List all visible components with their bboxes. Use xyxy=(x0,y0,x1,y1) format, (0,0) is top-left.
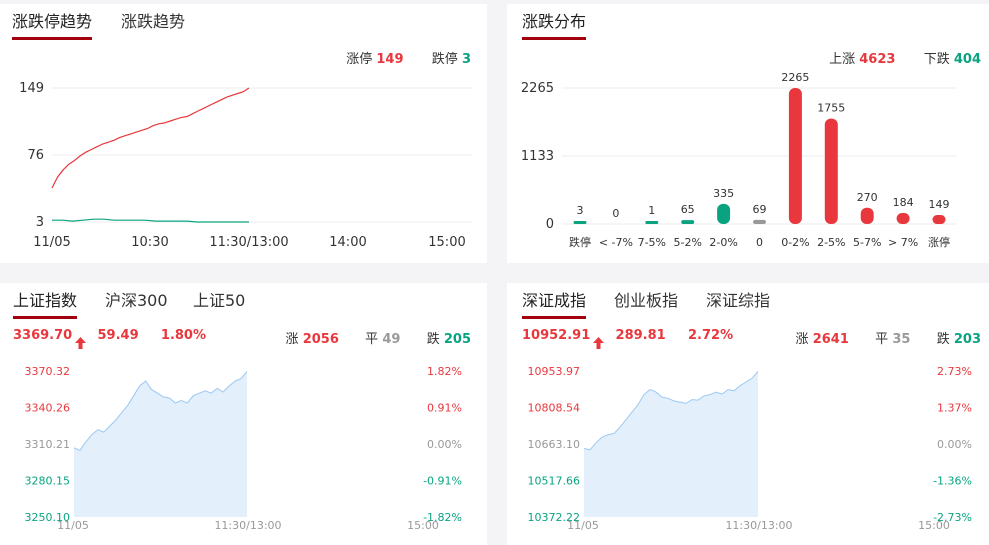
bar-7 xyxy=(824,118,838,224)
pct-tick-label: 2.73% xyxy=(937,365,972,378)
x-tick-label: 15:00 xyxy=(407,519,439,532)
pct-tick-label: 1.37% xyxy=(937,402,972,415)
limit-trend-chart: 149 76 3 11/05 10:30 11:30/13:00 14:00 15:00 xyxy=(19,81,472,250)
bar-0 xyxy=(573,221,587,224)
sz-index-panel: 深证成指 创业板指 深证综指 10952.91 289.81 2.72% 涨 2… xyxy=(507,283,989,545)
bar-value-label: 184 xyxy=(893,196,914,209)
x-tick-label: 11:30/13:00 xyxy=(725,519,792,532)
y-tick-label: 3 xyxy=(36,215,44,230)
series-line-limit-up xyxy=(51,87,250,189)
category-label: 涨停 xyxy=(928,235,950,249)
x-tick-label: 14:00 xyxy=(329,235,366,250)
x-tick-label: 11/05 xyxy=(57,519,89,532)
bar-8 xyxy=(860,207,874,224)
price-tick-label: 3310.21 xyxy=(25,438,71,451)
price-tick-label: 3280.15 xyxy=(25,475,71,488)
bar-2 xyxy=(645,221,659,224)
pct-tick-label: 0.91% xyxy=(427,402,462,415)
category-label: 0-2% xyxy=(781,236,809,249)
y-tick-label: 1133 xyxy=(521,149,554,164)
x-tick-label: 10:30 xyxy=(131,235,168,250)
bar-value-label: 0 xyxy=(612,207,619,220)
bar-value-label: 69 xyxy=(753,203,767,216)
pct-tick-label: -0.91% xyxy=(423,475,462,488)
category-label: 5-7% xyxy=(853,236,881,249)
category-label: 5-2% xyxy=(673,236,701,249)
index-area-fill xyxy=(74,371,247,517)
price-tick-label: 3340.26 xyxy=(25,402,71,415)
y-tick-label: 0 xyxy=(546,217,554,232)
price-tick-label: 10663.10 xyxy=(528,438,581,451)
bar-3 xyxy=(681,220,695,224)
price-tick-label: 10953.97 xyxy=(528,365,581,378)
x-tick-label: 15:00 xyxy=(918,519,950,532)
y-tick-label: 149 xyxy=(19,81,44,96)
sh-index-panel: 上证指数 沪深300 上证50 3369.70 59.49 1.80% 涨 20… xyxy=(0,283,487,545)
y-tick-label: 76 xyxy=(27,148,44,163)
price-tick-label: 3370.32 xyxy=(25,365,71,378)
category-label: 2-5% xyxy=(817,236,845,249)
bar-4 xyxy=(717,203,731,224)
bar-6 xyxy=(788,88,802,224)
price-tick-label: 10808.54 xyxy=(528,402,581,415)
pct-tick-label: -1.36% xyxy=(933,475,972,488)
bar-5 xyxy=(753,219,766,224)
x-tick-label: 11:30/13:00 xyxy=(214,519,281,532)
y-tick-label: 2265 xyxy=(521,81,554,96)
bar-value-label: 1 xyxy=(648,204,655,217)
index-area-fill xyxy=(584,371,758,517)
bar-value-label: 65 xyxy=(681,203,695,216)
sh-intraday-chart: 3370.32 1.82% 3340.26 0.91% 3310.21 0.00% 3280… xyxy=(25,365,463,532)
bar-value-label: 1755 xyxy=(817,102,845,115)
category-label: 跌停 xyxy=(569,235,591,249)
category-label: < -7% xyxy=(599,236,633,249)
pct-tick-label: 0.00% xyxy=(937,438,972,451)
category-label: 2-0% xyxy=(709,236,737,249)
bar-9 xyxy=(896,212,910,224)
category-label: 0 xyxy=(756,236,763,249)
x-tick-label: 11/05 xyxy=(567,519,599,532)
bar-10 xyxy=(932,215,946,224)
bar-value-label: 3 xyxy=(577,204,584,217)
category-label: > 7% xyxy=(888,236,918,249)
sz-intraday-chart: 10953.97 2.73% 10808.54 1.37% 10663.10 0.00% 1… xyxy=(528,365,973,532)
distribution-chart: 2265 1133 0 3 跌停 0 < -7% 1 7-5% 65 5-2% 335 2-0% 69 0 2… xyxy=(521,71,957,249)
x-tick-label: 11:30/13:00 xyxy=(209,235,288,250)
pct-tick-label: 0.00% xyxy=(427,438,462,451)
bar-value-label: 2265 xyxy=(781,71,809,84)
bar-value-label: 270 xyxy=(857,191,878,204)
price-tick-label: 10517.66 xyxy=(528,475,581,488)
distribution-panel: 涨跌分布 上涨 4623 下跌 404 2265 1133 0 3 跌停 0 < -7% 1 7… xyxy=(507,4,989,263)
limit-trend-panel: 涨跌停趋势 涨跌趋势 涨停 149 跌停 3 149 76 3 11/05 10:30 1… xyxy=(0,4,487,263)
pct-tick-label: 1.82% xyxy=(427,365,462,378)
bar-value-label: 335 xyxy=(713,187,734,200)
bar-value-label: 149 xyxy=(929,198,950,211)
category-label: 7-5% xyxy=(638,236,666,249)
x-tick-label: 11/05 xyxy=(33,235,70,250)
x-tick-label: 15:00 xyxy=(428,235,465,250)
